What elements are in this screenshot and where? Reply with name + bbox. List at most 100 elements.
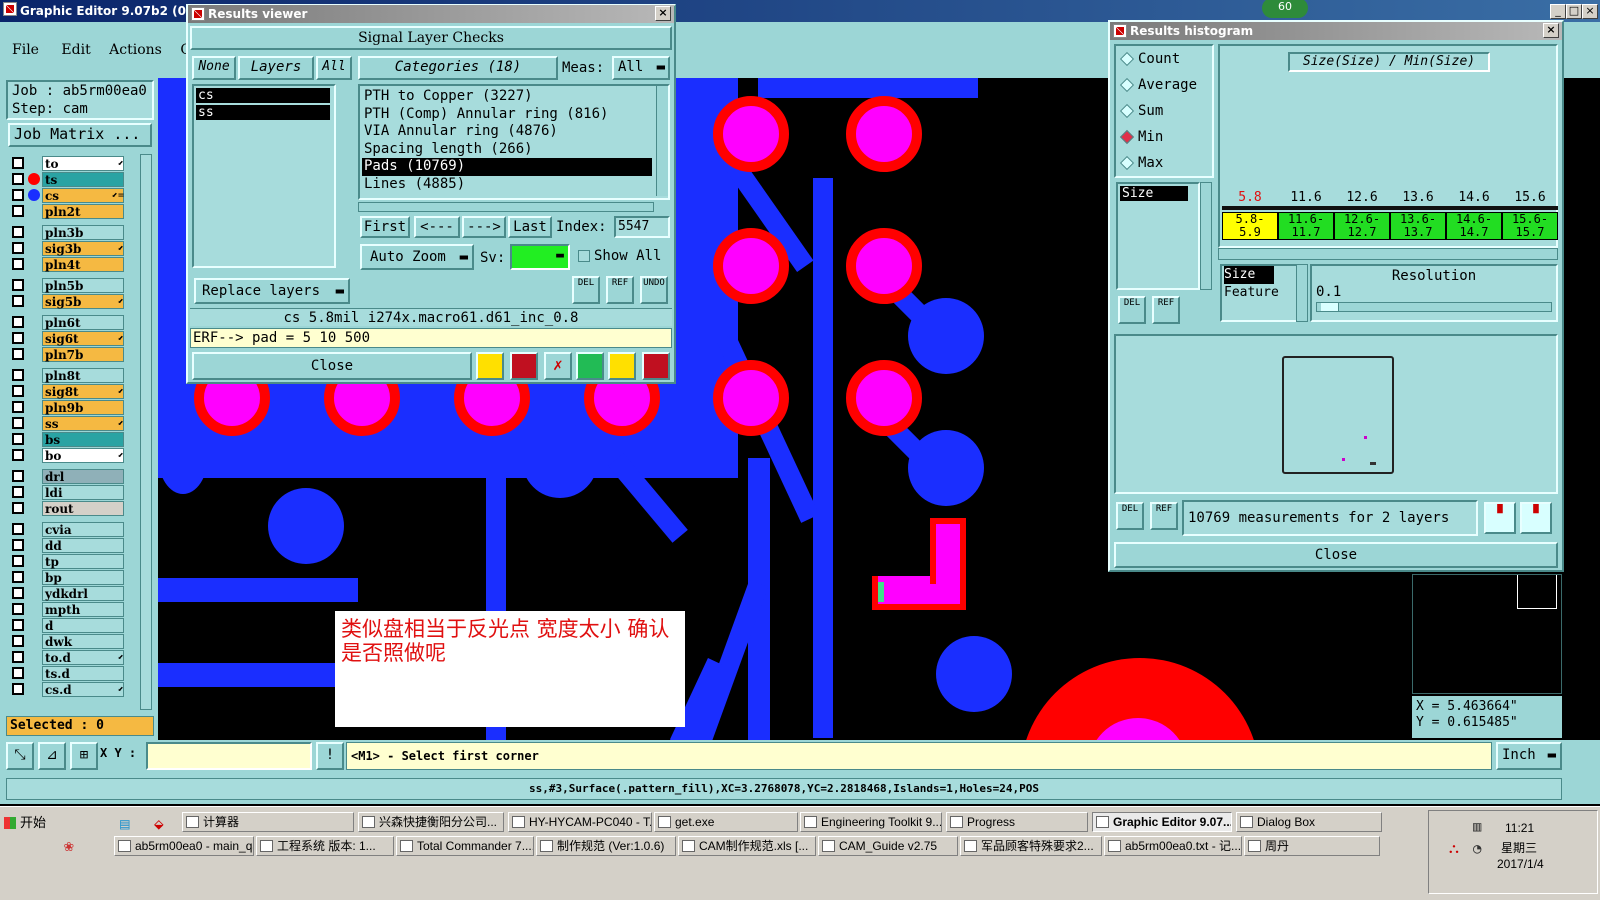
mode-min[interactable]: Min bbox=[1116, 124, 1212, 150]
hist-del-icon[interactable]: DEL bbox=[1116, 502, 1144, 530]
meas-dropdown[interactable]: All ▬ bbox=[612, 56, 670, 80]
layer-name[interactable]: d bbox=[42, 618, 124, 633]
all-layers-button[interactable]: All bbox=[316, 56, 352, 80]
layer-name[interactable]: pln9b bbox=[42, 400, 124, 415]
taskbar-button[interactable]: Engineering Toolkit 9.... bbox=[800, 812, 942, 832]
minimize-button[interactable]: _ bbox=[1550, 4, 1566, 19]
clear-icon[interactable]: ✗ bbox=[544, 352, 572, 380]
size-scrollbar[interactable] bbox=[1200, 182, 1212, 290]
layer-row-bo[interactable]: bo ⬋ bbox=[10, 448, 126, 463]
histogram-bin[interactable]: 5.8- 5.9 bbox=[1222, 212, 1278, 240]
layer-checkbox[interactable] bbox=[12, 332, 24, 344]
layer-checkbox[interactable] bbox=[12, 539, 24, 551]
zoom-tool-icon[interactable]: ⤡ bbox=[6, 742, 34, 770]
pdf-icon[interactable]: ⬙ bbox=[154, 814, 164, 833]
layer-name[interactable]: dd bbox=[42, 538, 124, 553]
layer-row-pln8t[interactable]: pln8t bbox=[10, 368, 126, 383]
layer-name[interactable]: ydkdrl bbox=[42, 586, 124, 601]
histogram-bin[interactable]: 13.6- 13.7 bbox=[1390, 212, 1446, 240]
tray-icon[interactable]: ⛬ bbox=[1449, 841, 1459, 857]
close-icon[interactable]: × bbox=[1543, 23, 1559, 38]
rv-layer-item[interactable]: ss bbox=[196, 105, 330, 120]
hist-close-button[interactable]: Close bbox=[1114, 542, 1558, 568]
units-dropdown[interactable]: Inch ▬ bbox=[1496, 742, 1562, 770]
layer-row-drl[interactable]: drl bbox=[10, 469, 126, 484]
mode-sum[interactable]: Sum bbox=[1116, 98, 1212, 124]
grid-tool-icon[interactable]: ⊞ bbox=[70, 742, 98, 770]
layer-row-pln7b[interactable]: pln7b bbox=[10, 347, 126, 362]
show-all-checkbox[interactable] bbox=[578, 250, 590, 262]
layer-scrollbar[interactable] bbox=[140, 154, 152, 710]
category-item[interactable]: Spacing length (266) bbox=[362, 141, 652, 159]
alert-icon[interactable]: ! bbox=[316, 742, 344, 770]
mode-count[interactable]: Count bbox=[1116, 46, 1212, 72]
taskbar-button[interactable]: 工程系统 版本: 1... bbox=[256, 836, 394, 856]
layer-checkbox[interactable] bbox=[12, 635, 24, 647]
layer-checkbox[interactable] bbox=[12, 683, 24, 695]
undo-icon[interactable]: UNDO bbox=[640, 276, 668, 304]
tray-icon[interactable]: ▥ bbox=[1473, 819, 1481, 835]
start-button[interactable]: 开始 bbox=[2, 812, 56, 834]
layer-row-ts[interactable]: ts bbox=[10, 172, 126, 187]
attribute-scrollbar[interactable] bbox=[1296, 264, 1308, 322]
layer-checkbox[interactable] bbox=[12, 295, 24, 307]
layer-row-ts.d[interactable]: ts.d bbox=[10, 666, 126, 681]
layer-checkbox[interactable] bbox=[12, 433, 24, 445]
layer-row-sig3b[interactable]: sig3b ⬋ bbox=[10, 241, 126, 256]
layer-checkbox[interactable] bbox=[12, 555, 24, 567]
numbers-icon[interactable] bbox=[576, 352, 604, 380]
layer-name[interactable]: sig5b bbox=[42, 294, 124, 309]
layer-name[interactable]: ss bbox=[42, 416, 124, 431]
layer-checkbox[interactable] bbox=[12, 667, 24, 679]
taskbar-button[interactable]: ab5rm00ea0 - main_qa bbox=[114, 836, 254, 856]
categories-hscrollbar[interactable] bbox=[358, 202, 654, 212]
layer-checkbox[interactable] bbox=[12, 369, 24, 381]
layer-row-cs[interactable]: cs ⬋= bbox=[10, 188, 126, 203]
menu-edit[interactable]: Edit bbox=[61, 42, 90, 58]
layer-checkbox[interactable] bbox=[12, 401, 24, 413]
layer-row-sig5b[interactable]: sig5b ⬋ bbox=[10, 294, 126, 309]
category-item[interactable]: VIA Annular ring (4876) bbox=[362, 123, 652, 141]
taskbar-button[interactable]: Dialog Box bbox=[1236, 812, 1382, 832]
size-item[interactable]: Size bbox=[1120, 186, 1188, 201]
layer-checkbox[interactable] bbox=[12, 258, 24, 270]
layer-checkbox[interactable] bbox=[12, 279, 24, 291]
chart-export-icon[interactable]: ▇ bbox=[1484, 502, 1516, 534]
layer-row-ss[interactable]: ss ⬋ bbox=[10, 416, 126, 431]
attribute-feature[interactable]: Feature bbox=[1224, 284, 1296, 302]
histogram-bin[interactable]: 11.6- 11.7 bbox=[1278, 212, 1334, 240]
taskbar-button[interactable]: HY-HYCAM-PC040 - T... bbox=[508, 812, 652, 832]
layer-row-rout[interactable]: rout bbox=[10, 501, 126, 516]
measure-tool-icon[interactable]: ⊿ bbox=[38, 742, 66, 770]
layer-name[interactable]: ldi bbox=[42, 485, 124, 500]
histogram-bin[interactable]: 12.6- 12.7 bbox=[1334, 212, 1390, 240]
radio-icon[interactable] bbox=[1119, 129, 1135, 145]
layer-checkbox[interactable] bbox=[12, 242, 24, 254]
categories-button[interactable]: Categories (18) bbox=[358, 56, 558, 80]
layer-row-ldi[interactable]: ldi bbox=[10, 485, 126, 500]
layers-button[interactable]: Layers bbox=[238, 56, 314, 80]
taskbar-button[interactable]: 周丹 bbox=[1244, 836, 1380, 856]
layer-name[interactable]: ts.d bbox=[42, 666, 124, 681]
taskbar-button[interactable]: Total Commander 7.... bbox=[396, 836, 534, 856]
mode-max[interactable]: Max bbox=[1116, 150, 1212, 176]
layer-row-tp[interactable]: tp bbox=[10, 554, 126, 569]
layer-row-bp[interactable]: bp bbox=[10, 570, 126, 585]
layer-row-cs.d[interactable]: cs.d ⬋ bbox=[10, 682, 126, 697]
category-item[interactable]: Lines (4885) bbox=[362, 176, 652, 194]
category-item[interactable]: Pads (10769) bbox=[362, 158, 652, 176]
layer-name[interactable]: to bbox=[42, 156, 124, 171]
export-icon[interactable] bbox=[510, 352, 538, 380]
histogram-bin[interactable]: 15.6- 15.7 bbox=[1502, 212, 1558, 240]
layer-checkbox[interactable] bbox=[12, 417, 24, 429]
attribute-size[interactable]: Size bbox=[1224, 266, 1274, 284]
none-button[interactable]: None bbox=[192, 56, 236, 80]
results-viewer-titlebar[interactable]: Results viewer × bbox=[188, 5, 674, 23]
layer-name[interactable]: pln5b bbox=[42, 278, 124, 293]
histogram-titlebar[interactable]: Results histogram × bbox=[1110, 22, 1562, 40]
layer-checkbox[interactable] bbox=[12, 619, 24, 631]
hist-del-icon[interactable]: DEL bbox=[1118, 296, 1146, 324]
layer-name[interactable]: sig3b bbox=[42, 241, 124, 256]
layer-name[interactable]: sig6t bbox=[42, 331, 124, 346]
layer-name[interactable]: pln4t bbox=[42, 257, 124, 272]
